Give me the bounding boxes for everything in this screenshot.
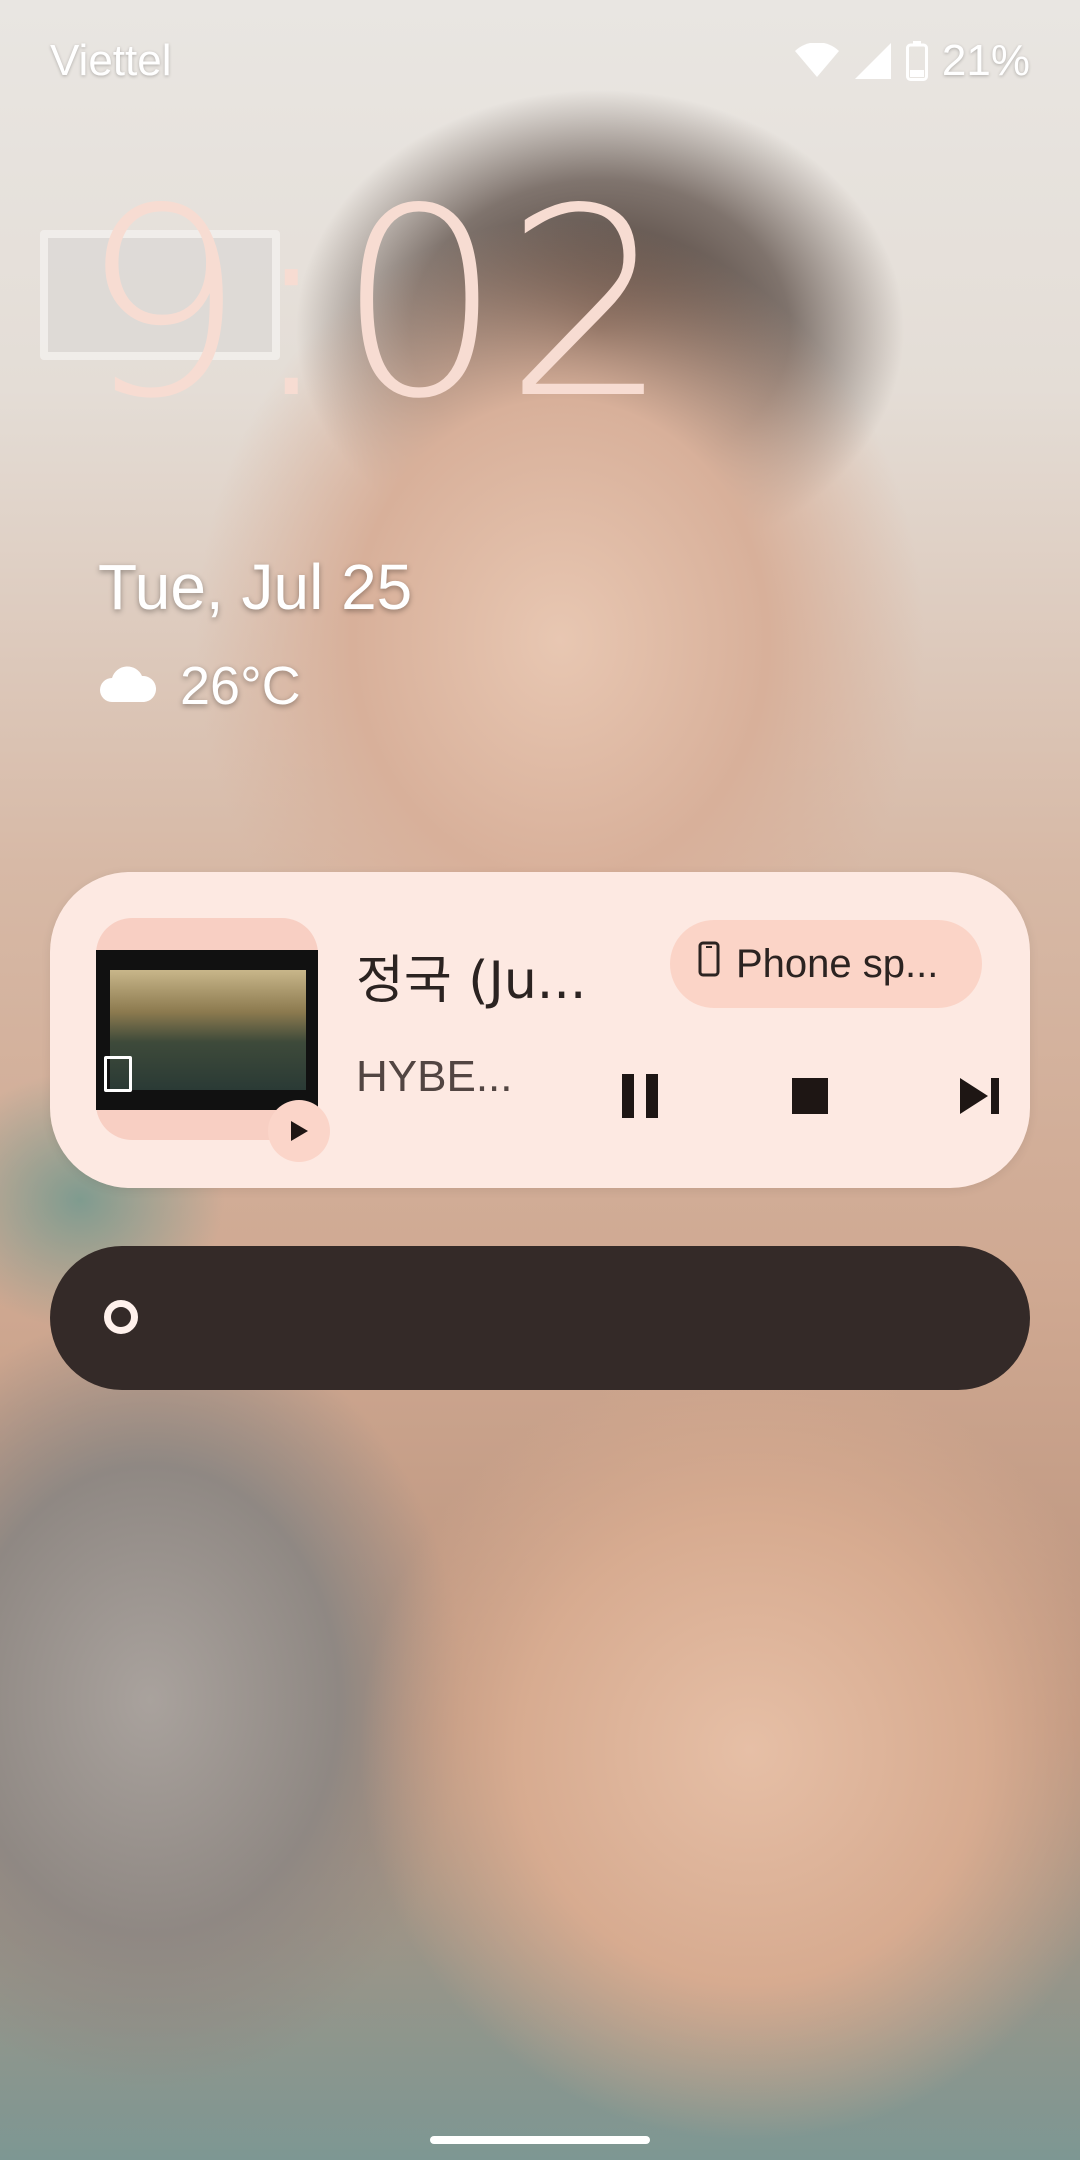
weather-widget[interactable]: 26°C: [98, 655, 301, 717]
album-art-scene: [110, 970, 306, 1090]
skip-next-button[interactable]: [944, 1060, 1016, 1132]
album-art: [96, 950, 318, 1110]
media-player-card[interactable]: 정국 (Ju... HYBE... Phone sp...: [50, 872, 1030, 1188]
phone-icon: [698, 941, 720, 987]
status-icons: 21%: [794, 36, 1030, 86]
indicator-ring-icon: [104, 1300, 138, 1334]
stop-icon: [792, 1078, 828, 1114]
carrier-name: Viettel: [50, 36, 172, 85]
wifi-icon: [794, 43, 840, 79]
lockscreen-clock: 9:02: [80, 154, 672, 456]
battery-percent: 21%: [941, 36, 1030, 85]
weather-temperature: 26°C: [180, 656, 301, 716]
track-artist: HYBE...: [356, 1052, 513, 1101]
album-art-logo: [104, 1056, 132, 1092]
lockscreen-shortcut-bar[interactable]: [50, 1246, 1030, 1390]
app-play-badge[interactable]: [268, 1100, 330, 1162]
play-icon: [291, 1121, 308, 1141]
cloud-icon: [98, 655, 158, 717]
output-device-label: Phone sp...: [736, 941, 939, 986]
cell-signal-icon: [854, 42, 892, 80]
gesture-nav-handle[interactable]: [430, 2136, 650, 2144]
output-device-chip[interactable]: Phone sp...: [670, 920, 982, 1008]
pause-button[interactable]: [604, 1060, 676, 1132]
track-title: 정국 (Ju...: [356, 951, 587, 1011]
stop-button[interactable]: [774, 1060, 846, 1132]
battery-icon: [905, 41, 928, 81]
skip-next-icon: [960, 1078, 999, 1114]
lockscreen-date[interactable]: Tue, Jul 25: [98, 550, 412, 624]
status-bar: Viettel 21%: [0, 0, 1080, 120]
pause-icon: [622, 1074, 658, 1118]
